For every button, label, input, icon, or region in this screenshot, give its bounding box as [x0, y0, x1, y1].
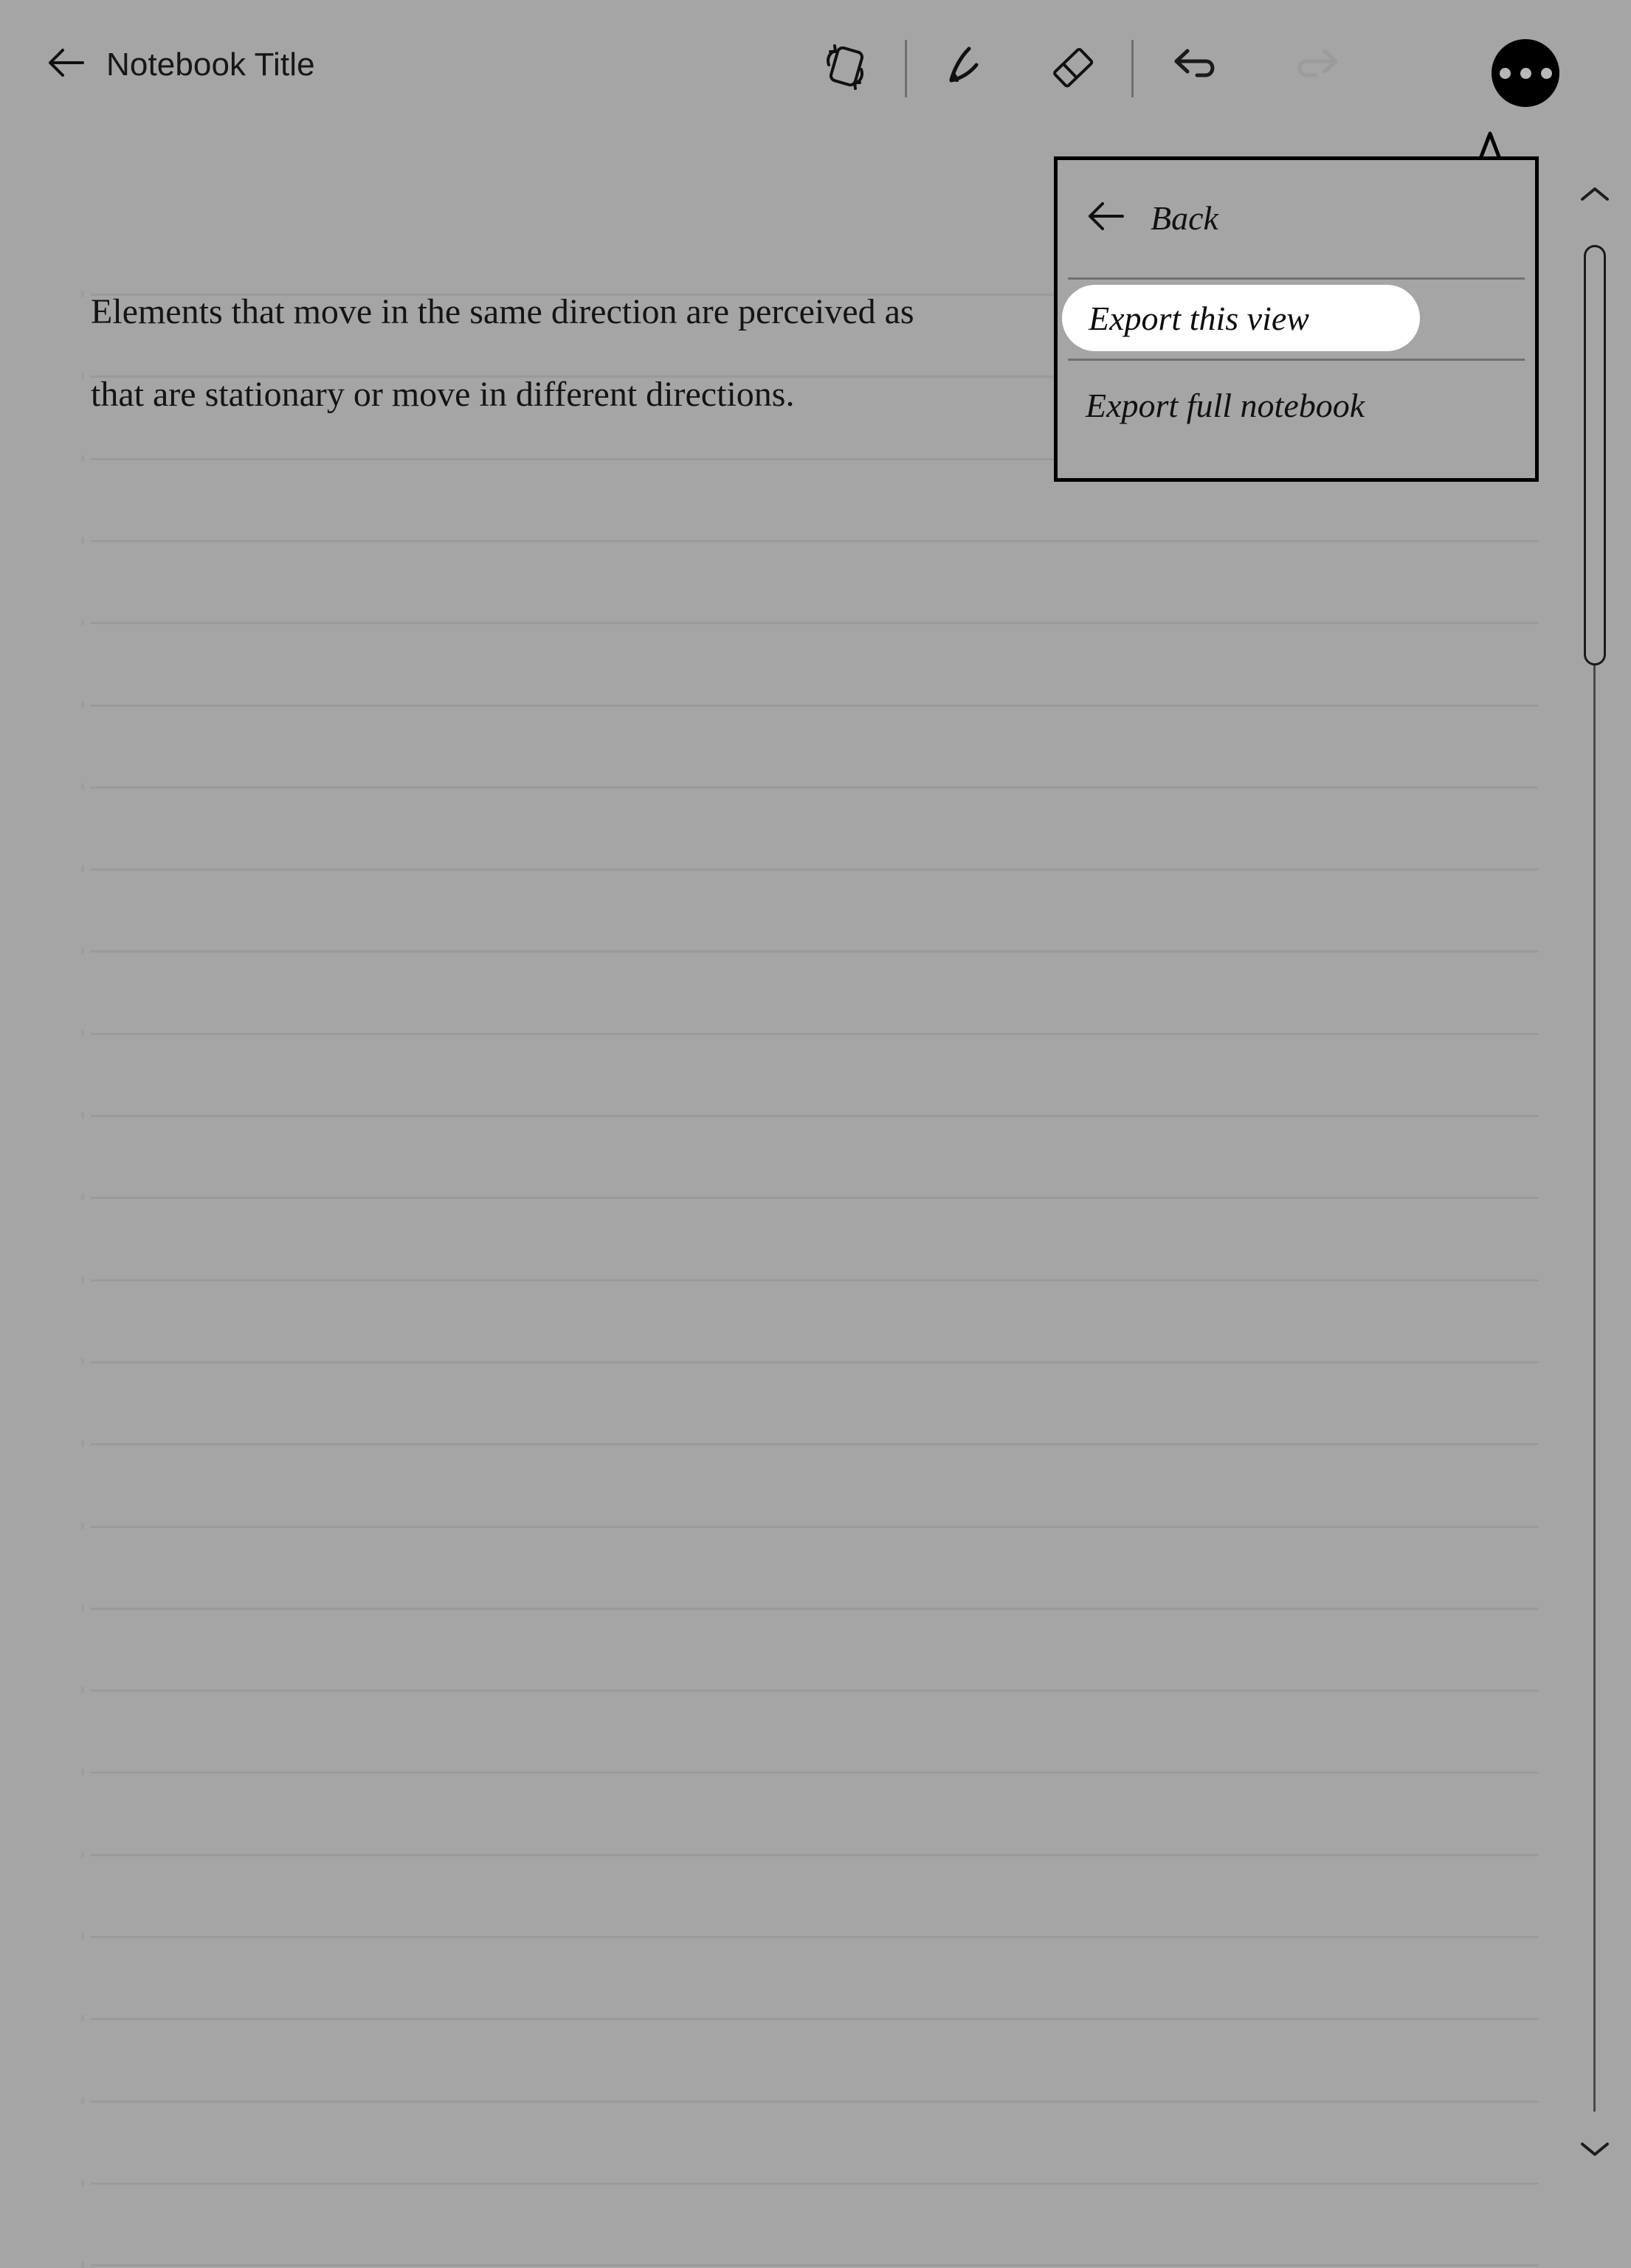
ruled-line [91, 1854, 1539, 1856]
top-toolbar: Notebook Title [0, 0, 1631, 156]
export-menu-popup: Back Export this view Export full notebo… [1054, 156, 1539, 482]
ruled-line [91, 1690, 1539, 1692]
menu-item-export-full-notebook-label: Export full notebook [1086, 386, 1365, 424]
ruled-line-tick [81, 1851, 84, 1858]
ruled-line [91, 705, 1539, 707]
ruled-line-tick [81, 373, 84, 379]
redo-icon [1290, 38, 1348, 100]
selected-highlight-pill: Export this view [1062, 285, 1420, 351]
ruled-line-tick [81, 1030, 84, 1037]
scroll-down-button[interactable] [1573, 2132, 1616, 2169]
chevron-up-icon [1579, 184, 1611, 207]
arrow-left-icon [1086, 199, 1127, 237]
ruled-line-tick [81, 865, 84, 872]
menu-item-export-this-view-label: Export this view [1089, 299, 1309, 337]
ruled-line-tick [81, 1358, 84, 1365]
rotate-view-icon-button[interactable] [812, 35, 878, 102]
more-dot [1520, 67, 1531, 79]
menu-item-back-label: Back [1151, 199, 1218, 237]
ruled-line-tick [81, 2261, 84, 2268]
scrollbar-thumb[interactable] [1584, 245, 1606, 665]
ruled-line [91, 1279, 1539, 1282]
pen-icon [938, 38, 996, 100]
ruled-line-tick [81, 1933, 84, 1940]
ruled-line-tick [81, 784, 84, 790]
ruled-line [91, 2101, 1539, 2103]
eraser-icon [1043, 38, 1100, 100]
ruled-line-tick [81, 537, 84, 544]
ruled-line-tick [81, 1605, 84, 1611]
ruled-line [91, 1608, 1539, 1610]
ruled-line [91, 540, 1539, 542]
ruled-line [91, 1197, 1539, 1199]
rotate-view-icon [816, 38, 874, 100]
ruled-line [91, 1115, 1539, 1117]
toolbar-divider [1131, 40, 1134, 97]
eraser-icon-button[interactable] [1038, 35, 1105, 102]
page-title: Notebook Title [106, 46, 315, 83]
ruled-line [91, 1443, 1539, 1445]
ruled-line-tick [81, 1194, 84, 1200]
ruled-line [91, 2264, 1539, 2267]
ruled-line [91, 868, 1539, 871]
more-dot [1499, 67, 1511, 79]
ruled-line [91, 1526, 1539, 1528]
undo-icon [1165, 38, 1222, 100]
menu-item-export-this-view[interactable]: Export this view [1058, 285, 1535, 351]
ruled-line-tick [81, 1440, 84, 1447]
ruled-line-tick [81, 1687, 84, 1693]
ruled-line [91, 1936, 1539, 1938]
chevron-down-icon [1579, 2140, 1611, 2162]
ruled-line [91, 786, 1539, 789]
ruled-line [91, 1033, 1539, 1035]
ruled-line [91, 2182, 1539, 2185]
arrow-left-icon [46, 46, 87, 83]
menu-item-back[interactable]: Back [1058, 160, 1535, 276]
back-navigation[interactable]: Notebook Title [46, 46, 315, 83]
ruled-line-tick [81, 1276, 84, 1283]
tool-group [812, 35, 1352, 102]
ruled-line-tick [81, 455, 84, 462]
scroll-up-button[interactable] [1573, 177, 1616, 214]
ruled-line-tick [81, 947, 84, 954]
ruled-line [91, 622, 1539, 624]
ruled-line-tick [81, 619, 84, 626]
menu-divider [1068, 359, 1525, 361]
ruled-line-tick [81, 702, 84, 708]
more-dot [1540, 67, 1552, 79]
menu-divider [1068, 277, 1525, 280]
ruled-line-tick [81, 1112, 84, 1119]
vertical-scrollbar[interactable] [1573, 177, 1616, 2169]
toolbar-divider [905, 40, 907, 97]
ruled-line [91, 2018, 1539, 2020]
ruled-line [91, 1771, 1539, 1774]
menu-item-export-full-notebook[interactable]: Export full notebook [1058, 364, 1535, 446]
ruled-line-tick [81, 2098, 84, 2104]
more-options-button[interactable] [1492, 39, 1559, 107]
pen-icon-button[interactable] [934, 35, 1000, 102]
ruled-line [91, 950, 1539, 953]
ruled-line [91, 1361, 1539, 1363]
undo-icon-button[interactable] [1160, 35, 1227, 102]
ruled-line-tick [81, 1769, 84, 1775]
ruled-line-tick [81, 2015, 84, 2022]
ruled-line-tick [81, 2179, 84, 2186]
redo-icon-button[interactable] [1286, 35, 1352, 102]
ruled-line-tick [81, 1523, 84, 1529]
ruled-line-tick [81, 291, 84, 297]
